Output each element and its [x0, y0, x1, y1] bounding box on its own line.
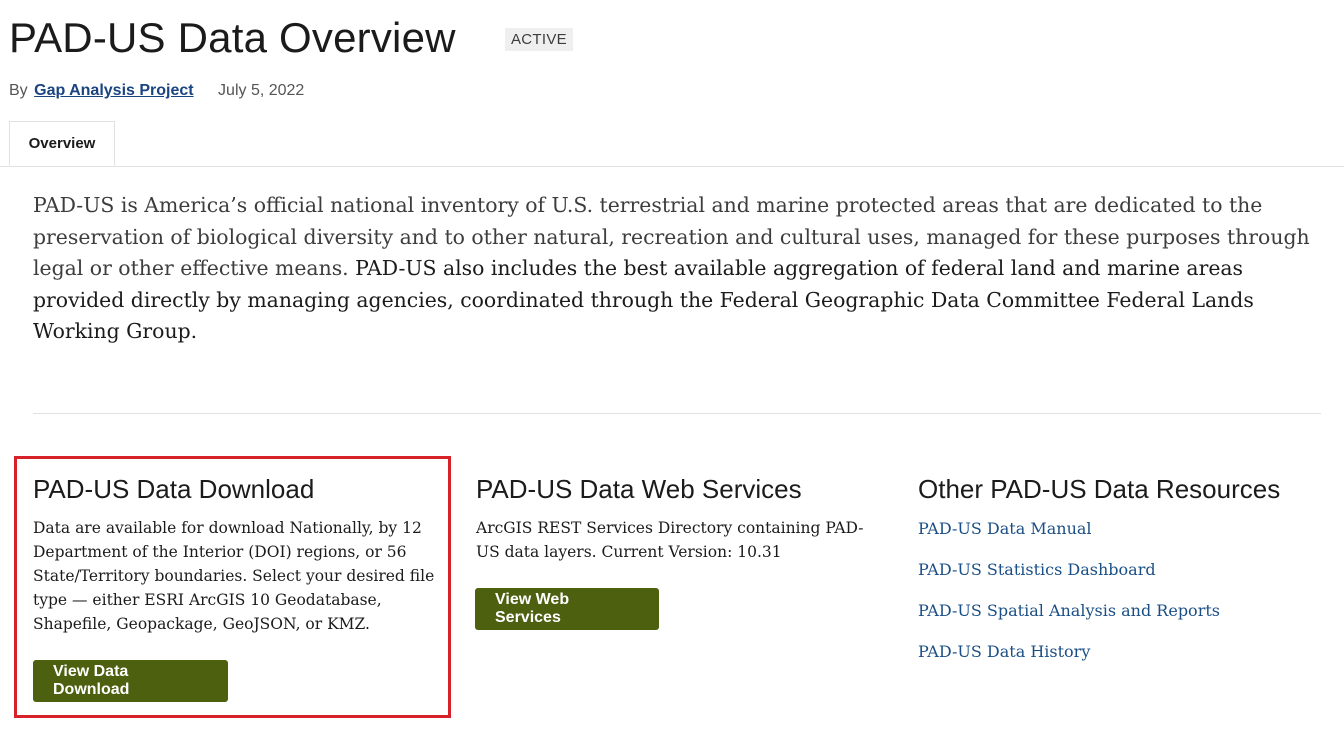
resources-heading: Other PAD-US Data Resources: [918, 474, 1281, 504]
services-heading: PAD-US Data Web Services: [476, 474, 802, 504]
intro-paragraph: PAD-US is America’s official national in…: [33, 190, 1323, 348]
resources-section: Other PAD-US Data Resources PAD-US Data …: [918, 472, 1328, 682]
publish-date: July 5, 2022: [218, 82, 305, 99]
link-statistics-dashboard[interactable]: PAD-US Statistics Dashboard: [918, 560, 1156, 579]
link-spatial-analysis-reports[interactable]: PAD-US Spatial Analysis and Reports: [918, 601, 1220, 620]
page-title: PAD-US Data Overview: [9, 14, 456, 61]
status-badge: ACTIVE: [505, 28, 573, 51]
link-data-manual[interactable]: PAD-US Data Manual: [918, 519, 1092, 538]
download-section: PAD-US Data Download Data are available …: [33, 472, 443, 636]
download-heading: PAD-US Data Download: [33, 474, 315, 504]
view-web-services-button[interactable]: View Web Services: [475, 588, 659, 630]
link-data-history[interactable]: PAD-US Data History: [918, 642, 1090, 661]
list-item: PAD-US Spatial Analysis and Reports: [918, 600, 1328, 623]
services-description: ArcGIS REST Services Directory containin…: [476, 519, 864, 561]
resources-list: PAD-US Data Manual PAD-US Statistics Das…: [918, 518, 1328, 664]
list-item: PAD-US Data History: [918, 641, 1328, 664]
author-link[interactable]: Gap Analysis Project: [34, 82, 193, 99]
download-description: Data are available for download National…: [33, 519, 435, 633]
byline-prefix: By: [9, 82, 28, 99]
tabs-divider: [0, 166, 1344, 167]
section-divider: [33, 413, 1321, 414]
list-item: PAD-US Statistics Dashboard: [918, 559, 1328, 582]
view-data-download-button[interactable]: View Data Download: [33, 660, 228, 702]
services-section: PAD-US Data Web Services ArcGIS REST Ser…: [476, 472, 876, 564]
list-item: PAD-US Data Manual: [918, 518, 1328, 541]
tab-overview[interactable]: Overview: [9, 121, 115, 166]
byline: By Gap Analysis Project July 5, 2022: [9, 81, 304, 101]
